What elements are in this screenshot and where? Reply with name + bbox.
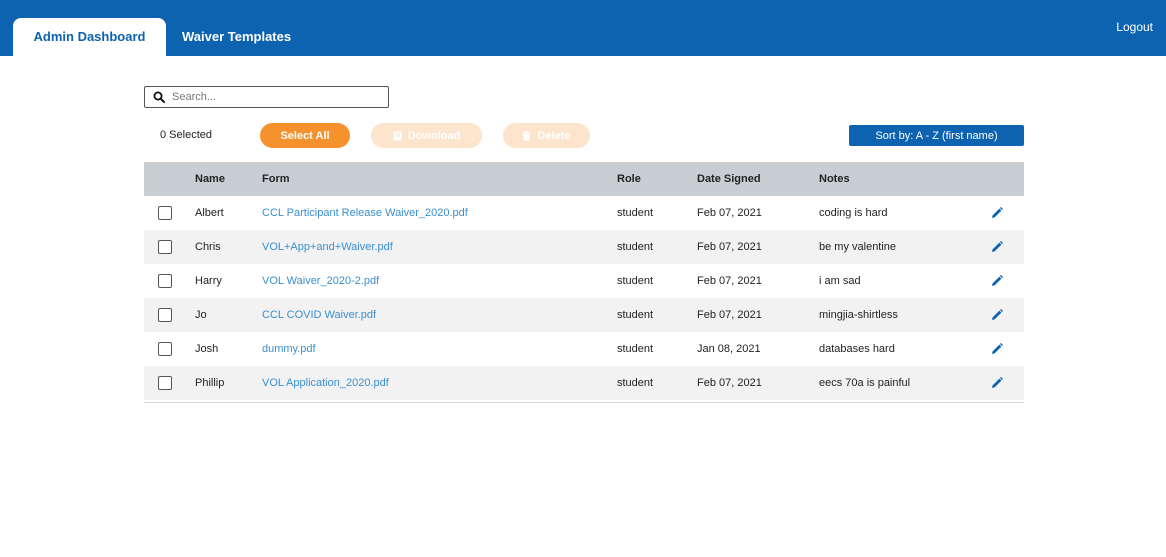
edit-pencil-icon[interactable] bbox=[991, 241, 1003, 253]
table-row: Josh dummy.pdf student Jan 08, 2021 data… bbox=[144, 332, 1024, 366]
table-header-row: Name Form Role Date Signed Notes bbox=[144, 162, 1024, 196]
cell-name: Phillip bbox=[195, 377, 225, 389]
cell-date: Jan 08, 2021 bbox=[697, 343, 761, 355]
tab-waiver-templates[interactable]: Waiver Templates bbox=[166, 18, 307, 56]
form-link[interactable]: VOL+App+and+Waiver.pdf bbox=[262, 241, 393, 253]
form-link[interactable]: VOL Waiver_2020-2.pdf bbox=[262, 275, 379, 287]
cell-role: student bbox=[617, 241, 654, 253]
table-row: Chris VOL+App+and+Waiver.pdf student Feb… bbox=[144, 230, 1024, 264]
header-notes: Notes bbox=[819, 173, 850, 185]
delete-label: Delete bbox=[537, 129, 571, 142]
form-link[interactable]: CCL Participant Release Waiver_2020.pdf bbox=[262, 207, 468, 219]
cell-role: student bbox=[617, 309, 654, 321]
table-row: Phillip VOL Application_2020.pdf student… bbox=[144, 366, 1024, 400]
cell-role: student bbox=[617, 275, 654, 287]
cell-date: Feb 07, 2021 bbox=[697, 275, 762, 287]
table-row: Harry VOL Waiver_2020-2.pdf student Feb … bbox=[144, 264, 1024, 298]
cell-date: Feb 07, 2021 bbox=[697, 207, 762, 219]
delete-button[interactable]: Delete bbox=[503, 123, 590, 148]
edit-pencil-icon[interactable] bbox=[991, 207, 1003, 219]
cell-notes: mingjia-shirtless bbox=[819, 309, 898, 321]
cell-name: Chris bbox=[195, 241, 221, 253]
table-bottom-border bbox=[144, 402, 1024, 403]
download-icon bbox=[393, 131, 402, 140]
waiver-table: Name Form Role Date Signed Notes Albert … bbox=[144, 162, 1024, 400]
header-name: Name bbox=[195, 173, 225, 185]
form-link[interactable]: dummy.pdf bbox=[262, 343, 316, 355]
table-row: Jo CCL COVID Waiver.pdf student Feb 07, … bbox=[144, 298, 1024, 332]
edit-pencil-icon[interactable] bbox=[991, 309, 1003, 321]
selected-count: 0 Selected bbox=[160, 129, 212, 141]
row-checkbox[interactable] bbox=[158, 376, 172, 390]
cell-notes: databases hard bbox=[819, 343, 895, 355]
header-actions bbox=[987, 162, 1024, 196]
table-row: Albert CCL Participant Release Waiver_20… bbox=[144, 196, 1024, 230]
cell-role: student bbox=[617, 343, 654, 355]
row-checkbox[interactable] bbox=[158, 274, 172, 288]
cell-name: Josh bbox=[195, 343, 219, 355]
cell-notes: be my valentine bbox=[819, 241, 897, 253]
edit-pencil-icon[interactable] bbox=[991, 343, 1003, 355]
row-checkbox[interactable] bbox=[158, 342, 172, 356]
row-checkbox[interactable] bbox=[158, 206, 172, 220]
cell-notes: i am sad bbox=[819, 275, 861, 287]
search-icon bbox=[153, 91, 165, 103]
header-form: Form bbox=[262, 173, 290, 185]
cell-date: Feb 07, 2021 bbox=[697, 309, 762, 321]
sort-dropdown[interactable]: Sort by: A - Z (first name) bbox=[849, 125, 1024, 146]
cell-name: Jo bbox=[195, 309, 207, 321]
cell-role: student bbox=[617, 207, 654, 219]
row-checkbox[interactable] bbox=[158, 240, 172, 254]
form-link[interactable]: VOL Application_2020.pdf bbox=[262, 377, 389, 389]
cell-name: Harry bbox=[195, 275, 222, 287]
header-select bbox=[144, 162, 195, 196]
search-input[interactable] bbox=[172, 91, 382, 103]
cell-date: Feb 07, 2021 bbox=[697, 241, 762, 253]
edit-pencil-icon[interactable] bbox=[991, 377, 1003, 389]
select-all-button[interactable]: Select All bbox=[260, 123, 350, 148]
download-label: Download bbox=[407, 129, 461, 142]
top-nav-bar: Admin Dashboard Waiver Templates Logout bbox=[0, 0, 1166, 56]
select-all-label: Select All bbox=[280, 129, 330, 142]
edit-pencil-icon[interactable] bbox=[991, 275, 1003, 287]
header-role: Role bbox=[617, 173, 641, 185]
cell-date: Feb 07, 2021 bbox=[697, 377, 762, 389]
row-checkbox[interactable] bbox=[158, 308, 172, 322]
logout-link[interactable]: Logout bbox=[1116, 20, 1153, 34]
cell-notes: eecs 70a is painful bbox=[819, 377, 911, 389]
cell-name: Albert bbox=[195, 207, 224, 219]
cell-notes: coding is hard bbox=[819, 207, 888, 219]
form-link[interactable]: CCL COVID Waiver.pdf bbox=[262, 309, 376, 321]
tab-admin-dashboard[interactable]: Admin Dashboard bbox=[13, 18, 166, 56]
search-box[interactable] bbox=[144, 86, 389, 108]
sort-label: Sort by: A - Z (first name) bbox=[875, 129, 998, 142]
cell-role: student bbox=[617, 377, 654, 389]
download-button[interactable]: Download bbox=[371, 123, 482, 148]
header-date-signed: Date Signed bbox=[697, 173, 761, 185]
trash-icon bbox=[522, 130, 531, 141]
